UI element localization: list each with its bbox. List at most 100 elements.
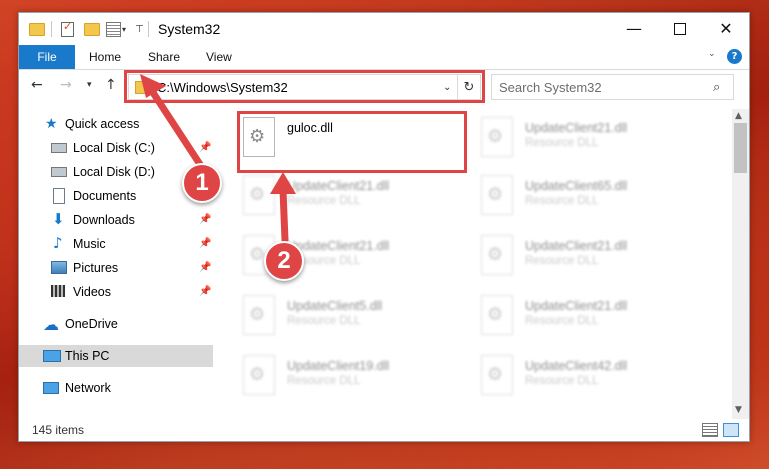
sidebar-item-music[interactable]: ♪ Music 📌 bbox=[19, 233, 213, 255]
sidebar-item-pictures[interactable]: Pictures 📌 bbox=[19, 257, 213, 279]
item-count: 145 items bbox=[32, 423, 85, 437]
sidebar-item-this-pc[interactable]: This PC bbox=[19, 345, 213, 367]
properties-check-icon[interactable] bbox=[61, 20, 74, 38]
scroll-down-icon[interactable]: ▼ bbox=[735, 405, 742, 415]
drive-icon bbox=[51, 167, 67, 177]
sidebar-item-label: Local Disk (C:) bbox=[73, 141, 155, 155]
ribbon: File Home Share View ⌄ ? bbox=[19, 45, 749, 70]
minimize-button[interactable]: — bbox=[611, 13, 657, 44]
file-explorer-window: ▾ ⊤ System32 — ✕ File Home Share View ⌄ … bbox=[18, 12, 750, 442]
navigation-pane: ★ Quick access Local Disk (C:) 📌 Local D… bbox=[19, 109, 213, 419]
large-icons-view-icon[interactable] bbox=[723, 423, 739, 437]
customize-toolbar-icon[interactable] bbox=[106, 20, 121, 38]
dll-file-icon bbox=[481, 295, 513, 335]
dll-file-icon bbox=[481, 235, 513, 275]
sidebar-item-label: This PC bbox=[65, 349, 110, 363]
scrollbar-thumb[interactable] bbox=[734, 123, 747, 173]
forward-button[interactable]: → bbox=[60, 77, 72, 93]
file-highlight bbox=[237, 111, 467, 173]
file-type: Resource DLL bbox=[525, 195, 599, 207]
tab-share[interactable]: Share bbox=[148, 50, 180, 64]
pin-icon[interactable]: 📌 bbox=[199, 286, 211, 297]
videos-icon bbox=[51, 285, 65, 297]
sidebar-item-label: Documents bbox=[73, 189, 137, 203]
pin-icon[interactable]: 📌 bbox=[199, 142, 211, 153]
music-icon: ♪ bbox=[53, 234, 63, 252]
pin-icon[interactable]: 📌 bbox=[199, 262, 211, 273]
navigation-bar: ← → ▾ ↑ C:\Windows\System32 ⌄ ↻ Search S… bbox=[19, 70, 749, 103]
file-type: Resource DLL bbox=[525, 375, 599, 387]
vertical-scrollbar[interactable]: ▲ ▼ bbox=[732, 109, 749, 419]
file-item[interactable]: UpdateClient21.dll Resource DLL bbox=[461, 231, 691, 279]
sidebar-item-label: Downloads bbox=[73, 213, 135, 227]
pin-toolbar-icon[interactable]: ⊤ bbox=[135, 20, 144, 38]
up-button[interactable]: ↑ bbox=[105, 77, 117, 93]
file-type: Resource DLL bbox=[287, 315, 361, 327]
search-placeholder[interactable]: Search System32 bbox=[499, 80, 713, 95]
file-name: UpdateClient65.dll bbox=[525, 179, 628, 193]
new-folder-icon[interactable] bbox=[84, 20, 100, 38]
window-title: System32 bbox=[158, 21, 221, 37]
file-name: UpdateClient19.dll bbox=[287, 359, 390, 373]
back-button[interactable]: ← bbox=[31, 77, 43, 93]
help-icon[interactable]: ? bbox=[727, 49, 742, 64]
search-box[interactable]: Search System32 ⌕ bbox=[491, 74, 734, 100]
expand-ribbon-icon[interactable]: ⌄ bbox=[708, 49, 716, 59]
file-item[interactable]: UpdateClient5.dll Resource DLL bbox=[223, 291, 453, 339]
tab-view[interactable]: View bbox=[206, 50, 232, 64]
tab-file[interactable]: File bbox=[19, 45, 75, 69]
tab-home[interactable]: Home bbox=[89, 50, 121, 64]
file-item[interactable]: UpdateClient19.dll Resource DLL bbox=[223, 351, 453, 399]
address-bar-highlight bbox=[124, 70, 485, 103]
documents-icon bbox=[53, 188, 65, 204]
pin-icon[interactable]: 📌 bbox=[199, 238, 211, 249]
file-type: Resource DLL bbox=[525, 255, 599, 267]
sidebar-item-label: Quick access bbox=[65, 117, 140, 131]
file-item[interactable]: UpdateClient21.dll Resource DLL bbox=[223, 231, 453, 279]
file-name: UpdateClient21.dll bbox=[287, 239, 390, 253]
sidebar-item-local-disk-c[interactable]: Local Disk (C:) 📌 bbox=[19, 137, 213, 159]
computer-icon bbox=[43, 350, 61, 362]
file-name: UpdateClient21.dll bbox=[287, 179, 390, 193]
sidebar-item-videos[interactable]: Videos 📌 bbox=[19, 281, 213, 303]
file-item[interactable]: UpdateClient21.dll Resource DLL bbox=[461, 113, 691, 161]
downloads-icon: ⬇ bbox=[52, 210, 65, 228]
chevron-down-icon: ▾ bbox=[87, 80, 92, 90]
status-bar: 145 items bbox=[19, 419, 749, 441]
close-button[interactable]: ✕ bbox=[703, 13, 749, 44]
minimize-icon: — bbox=[626, 19, 642, 38]
sidebar-item-downloads[interactable]: ⬇ Downloads 📌 bbox=[19, 209, 213, 231]
title-bar: ▾ ⊤ System32 — ✕ bbox=[19, 13, 749, 45]
drive-icon bbox=[51, 143, 67, 153]
file-item[interactable]: UpdateClient21.dll Resource DLL bbox=[223, 171, 453, 219]
file-item[interactable]: UpdateClient21.dll Resource DLL bbox=[461, 291, 691, 339]
maximize-button[interactable] bbox=[657, 13, 703, 44]
chevron-down-icon[interactable]: ▾ bbox=[122, 20, 126, 38]
dll-file-icon bbox=[243, 175, 275, 215]
sidebar-item-onedrive[interactable]: ☁ OneDrive bbox=[19, 313, 213, 335]
file-item[interactable]: UpdateClient42.dll Resource DLL bbox=[461, 351, 691, 399]
up-arrow-icon: ↑ bbox=[105, 77, 117, 93]
recent-locations-button[interactable]: ▾ bbox=[87, 80, 92, 90]
dll-file-icon bbox=[481, 175, 513, 215]
sidebar-item-label: Pictures bbox=[73, 261, 119, 275]
dll-file-icon bbox=[243, 295, 275, 335]
dll-file-icon bbox=[243, 355, 275, 395]
sidebar-item-label: Music bbox=[73, 237, 106, 251]
details-view-icon[interactable] bbox=[702, 423, 718, 437]
file-type: Resource DLL bbox=[525, 137, 599, 149]
search-icon[interactable]: ⌕ bbox=[713, 80, 733, 95]
sidebar-item-quick-access[interactable]: ★ Quick access bbox=[19, 113, 213, 135]
file-type: Resource DLL bbox=[525, 315, 599, 327]
sidebar-item-label: Local Disk (D:) bbox=[73, 165, 155, 179]
file-name: UpdateClient21.dll bbox=[525, 299, 628, 313]
back-arrow-icon: ← bbox=[31, 77, 43, 93]
sidebar-item-network[interactable]: Network bbox=[19, 377, 213, 399]
network-icon bbox=[43, 382, 59, 394]
file-name: UpdateClient21.dll bbox=[525, 121, 628, 135]
file-item[interactable]: UpdateClient65.dll Resource DLL bbox=[461, 171, 691, 219]
file-type: Resource DLL bbox=[287, 195, 361, 207]
dll-file-icon bbox=[481, 117, 513, 157]
pin-icon[interactable]: 📌 bbox=[199, 214, 211, 225]
scroll-up-icon[interactable]: ▲ bbox=[735, 111, 742, 121]
